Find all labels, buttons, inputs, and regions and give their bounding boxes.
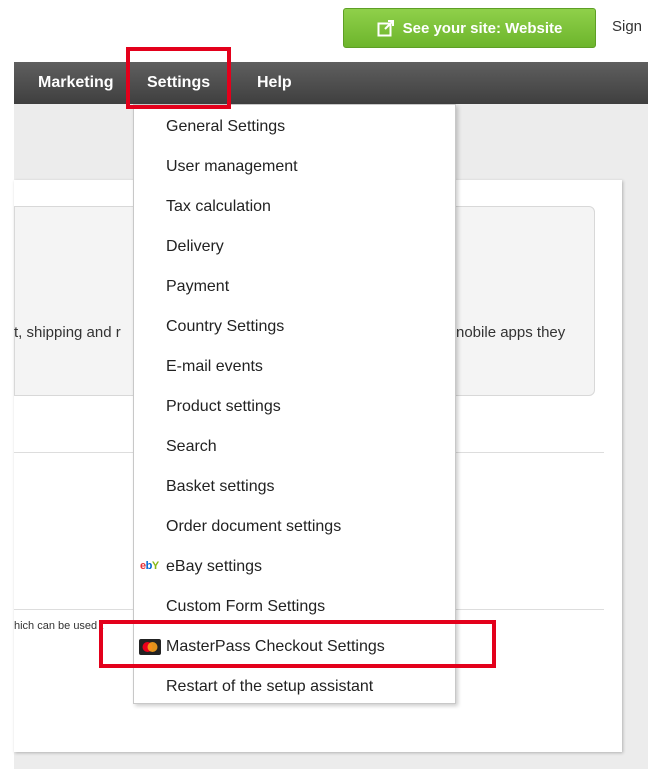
info-text-left: t, shipping and r bbox=[14, 324, 121, 341]
ebay-logo-icon: ebY bbox=[140, 560, 159, 572]
settings-highlight-box bbox=[126, 47, 231, 109]
menu-item-label: Tax calculation bbox=[166, 198, 271, 215]
menu-item-label: User management bbox=[166, 158, 298, 175]
menu-item-payment[interactable]: Payment bbox=[134, 267, 455, 307]
small-description-text: hich can be used t bbox=[14, 620, 104, 632]
menu-item-label: eBay settings bbox=[166, 558, 263, 575]
menu-item-label: E-mail events bbox=[166, 358, 263, 375]
top-bar: See your site: Website Sign bbox=[0, 0, 648, 62]
sign-in-link[interactable]: Sign bbox=[612, 18, 642, 35]
menu-item-label: Product settings bbox=[166, 398, 281, 415]
menu-item-order-document-settings[interactable]: Order document settings bbox=[134, 507, 455, 547]
menu-item-basket-settings[interactable]: Basket settings bbox=[134, 467, 455, 507]
menu-item-search[interactable]: Search bbox=[134, 427, 455, 467]
menu-item-delivery[interactable]: Delivery bbox=[134, 227, 455, 267]
menu-item-user-management[interactable]: User management bbox=[134, 147, 455, 187]
menu-item-email-events[interactable]: E-mail events bbox=[134, 347, 455, 387]
see-your-site-label: See your site: Website bbox=[402, 19, 563, 37]
menu-item-tax-calculation[interactable]: Tax calculation bbox=[134, 187, 455, 227]
see-your-site-button[interactable]: See your site: Website bbox=[343, 8, 596, 48]
masterpass-highlight-box bbox=[99, 620, 496, 668]
menu-item-label: Custom Form Settings bbox=[166, 598, 326, 615]
menu-item-label: Restart of the setup assistant bbox=[166, 678, 374, 695]
menu-item-label: Order document settings bbox=[166, 518, 342, 535]
menu-item-label: Basket settings bbox=[166, 478, 275, 495]
menu-item-label: Delivery bbox=[166, 238, 224, 255]
external-link-icon bbox=[377, 20, 394, 37]
info-text-right: nobile apps they bbox=[456, 324, 566, 341]
menu-item-label: Payment bbox=[166, 278, 230, 295]
menu-item-restart-setup-assistant[interactable]: Restart of the setup assistant bbox=[134, 667, 455, 707]
nav-item-marketing[interactable]: Marketing bbox=[38, 74, 114, 92]
menu-item-label: General Settings bbox=[166, 118, 286, 135]
menu-item-country-settings[interactable]: Country Settings bbox=[134, 307, 455, 347]
menu-item-product-settings[interactable]: Product settings bbox=[134, 387, 455, 427]
menu-item-general-settings[interactable]: General Settings bbox=[134, 107, 455, 147]
settings-dropdown-menu: General Settings User management Tax cal… bbox=[133, 104, 456, 704]
menu-item-label: Search bbox=[166, 438, 217, 455]
menu-item-label: Country Settings bbox=[166, 318, 285, 335]
main-nav-bar: Marketing Settings Help bbox=[14, 62, 648, 104]
menu-item-ebay-settings[interactable]: ebY eBay settings bbox=[134, 547, 455, 587]
nav-item-help[interactable]: Help bbox=[257, 74, 292, 92]
